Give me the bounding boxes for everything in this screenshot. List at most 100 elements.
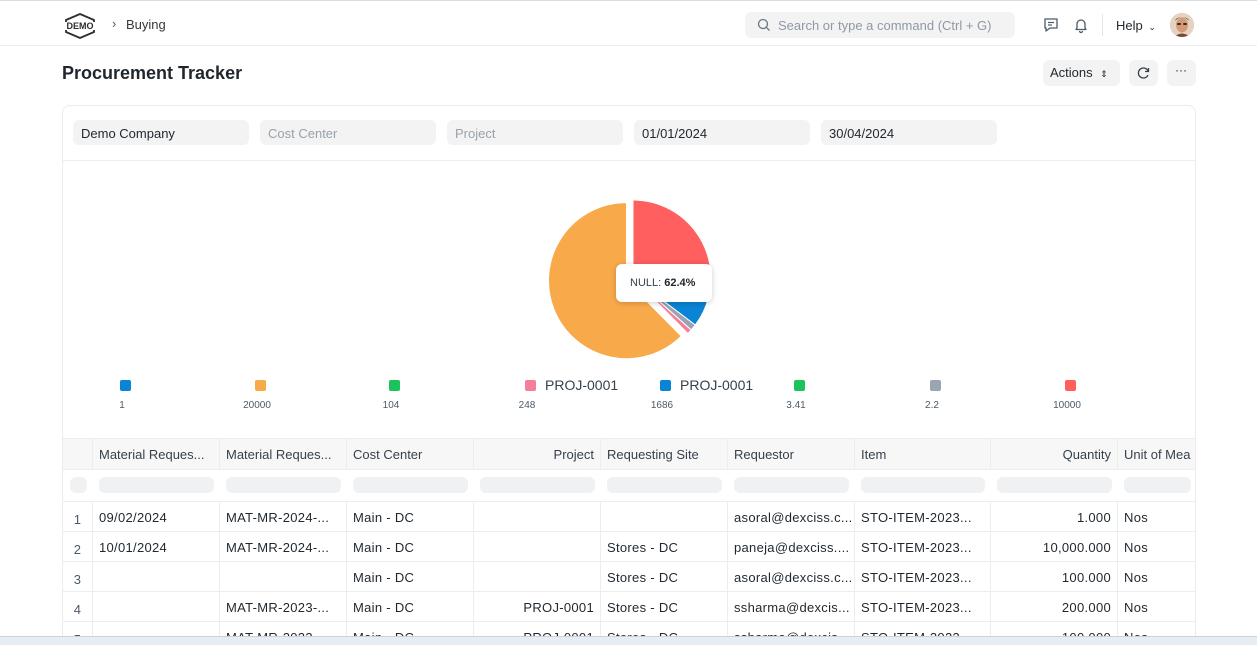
tooltip-value: 62.4% xyxy=(664,277,696,289)
table-cell[interactable] xyxy=(474,532,601,561)
table-cell[interactable]: 1.000 xyxy=(991,502,1118,531)
table-cell[interactable]: 200.000 xyxy=(991,592,1118,621)
table-cell[interactable]: asoral@dexciss.c... xyxy=(728,502,855,531)
table-cell[interactable] xyxy=(220,562,347,591)
table-cell[interactable]: ssharma@dexcis... xyxy=(728,592,855,621)
table-cell[interactable]: Nos xyxy=(1118,532,1195,561)
sort-arrows-icon: ⇕ xyxy=(1100,69,1108,79)
column-header[interactable]: Unit of Mea xyxy=(1118,439,1195,469)
table-cell[interactable] xyxy=(93,562,220,591)
legend-value: 20000 xyxy=(243,400,271,411)
table-row[interactable]: 3 Main - DC Stores - DC asoral@dexciss.c...… xyxy=(63,562,1195,592)
table-cell[interactable]: Main - DC xyxy=(347,562,474,591)
more-icon: ··· xyxy=(1175,63,1187,77)
table-cell[interactable]: STO-ITEM-2023... xyxy=(855,532,991,561)
legend-value: 1686 xyxy=(650,400,674,411)
column-filter-input[interactable] xyxy=(480,477,595,493)
notification-bell-icon[interactable] xyxy=(1072,16,1090,34)
table-cell[interactable] xyxy=(93,592,220,621)
search-bar[interactable]: Search or type a command (Ctrl + G) xyxy=(745,12,1015,38)
breadcrumb-buying[interactable]: Buying xyxy=(126,17,166,32)
column-filter-input[interactable] xyxy=(226,477,341,493)
more-options-button[interactable]: ··· xyxy=(1167,60,1196,86)
column-filter-input[interactable] xyxy=(1124,477,1191,493)
column-filter-input[interactable] xyxy=(861,477,985,493)
logo-text: DEMO xyxy=(67,21,94,31)
column-header[interactable]: Cost Center xyxy=(347,439,474,469)
table-cell[interactable]: Main - DC xyxy=(347,532,474,561)
table-cell[interactable]: MAT-MR-2023-... xyxy=(220,592,347,621)
chevron-down-icon: ⌄ xyxy=(1148,22,1156,32)
table-cell[interactable]: Stores - DC xyxy=(601,532,728,561)
legend-swatch xyxy=(1065,380,1076,391)
table-cell[interactable]: STO-ITEM-2023... xyxy=(855,592,991,621)
page-title: Procurement Tracker xyxy=(62,63,243,83)
legend-label: PROJ-0001 xyxy=(680,377,754,393)
table-cell[interactable]: Main - DC xyxy=(347,502,474,531)
help-dropdown[interactable]: Help ⌄ xyxy=(1116,18,1156,33)
table-cell[interactable]: PROJ-0001 xyxy=(474,592,601,621)
chat-icon[interactable] xyxy=(1042,16,1060,34)
legend-swatch xyxy=(120,380,131,391)
row-index: 1 xyxy=(63,502,93,531)
help-label: Help xyxy=(1116,18,1143,33)
table-cell[interactable]: Stores - DC xyxy=(601,592,728,621)
report-card: Demo Company Cost Center Project 01/01/2… xyxy=(62,105,1196,645)
navbar: DEMO › Buying Search or type a command (… xyxy=(0,0,1257,46)
legend-swatch xyxy=(794,380,805,391)
table-cell[interactable]: MAT-MR-2024-... xyxy=(220,532,347,561)
legend-value: 2.2 xyxy=(925,400,939,411)
table-cell[interactable]: STO-ITEM-2023... xyxy=(855,562,991,591)
table-row[interactable]: 4 MAT-MR-2023-... Main - DC PROJ-0001 Stores… xyxy=(63,592,1195,622)
table-cell[interactable]: Nos xyxy=(1118,562,1195,591)
column-filter-input[interactable] xyxy=(353,477,468,493)
table-cell[interactable] xyxy=(474,562,601,591)
search-placeholder: Search or type a command (Ctrl + G) xyxy=(778,18,992,33)
demo-logo[interactable]: DEMO xyxy=(62,13,98,39)
table-header: Material Reques... Material Reques... Cost… xyxy=(63,438,1195,470)
column-filter-input[interactable] xyxy=(99,477,214,493)
column-header[interactable]: Quantity xyxy=(991,439,1118,469)
table-cell[interactable] xyxy=(474,502,601,531)
refresh-button[interactable] xyxy=(1129,60,1158,86)
table-cell[interactable]: 10/01/2024 xyxy=(93,532,220,561)
column-filter-input[interactable] xyxy=(607,477,722,493)
table-cell[interactable]: 100.000 xyxy=(991,562,1118,591)
table-cell[interactable]: asoral@dexciss.c... xyxy=(728,562,855,591)
search-icon xyxy=(757,18,770,31)
column-filter-input[interactable] xyxy=(734,477,849,493)
column-header[interactable]: Material Reques... xyxy=(220,439,347,469)
legend-swatch xyxy=(660,380,671,391)
column-header[interactable]: Requestor xyxy=(728,439,855,469)
table-cell[interactable]: paneja@dexciss.... xyxy=(728,532,855,561)
column-header[interactable]: Material Reques... xyxy=(93,439,220,469)
table-cell[interactable]: Stores - DC xyxy=(601,562,728,591)
table-cell[interactable]: 10,000.000 xyxy=(991,532,1118,561)
table-cell[interactable]: Nos xyxy=(1118,502,1195,531)
legend-swatch xyxy=(255,380,266,391)
column-header[interactable]: Project xyxy=(474,439,601,469)
table-cell[interactable]: Nos xyxy=(1118,592,1195,621)
user-avatar[interactable] xyxy=(1170,13,1194,37)
column-header[interactable]: Item xyxy=(855,439,991,469)
column-filter-input[interactable] xyxy=(70,477,87,493)
actions-button[interactable]: Actions ⇕ xyxy=(1043,60,1120,86)
table-row[interactable]: 1 09/02/2024 MAT-MR-2024-... Main - DC asora… xyxy=(63,502,1195,532)
chart-tooltip: NULL: 62.4% xyxy=(616,264,712,302)
legend-swatch xyxy=(930,380,941,391)
tooltip-label: NULL: xyxy=(630,277,662,289)
column-filter-input[interactable] xyxy=(997,477,1112,493)
table-cell[interactable]: 09/02/2024 xyxy=(93,502,220,531)
table-cell[interactable] xyxy=(601,502,728,531)
table-row[interactable]: 2 10/01/2024 MAT-MR-2024-... Main - DC Store… xyxy=(63,532,1195,562)
table-cell[interactable]: MAT-MR-2024-... xyxy=(220,502,347,531)
legend-swatch xyxy=(389,380,400,391)
column-header[interactable]: Requesting Site xyxy=(601,439,728,469)
table-cell[interactable]: Main - DC xyxy=(347,592,474,621)
actions-label: Actions xyxy=(1050,65,1093,80)
table-filter-row xyxy=(63,470,1195,502)
legend-swatch xyxy=(525,380,536,391)
table-cell[interactable]: STO-ITEM-2023... xyxy=(855,502,991,531)
bottom-scrollbar[interactable] xyxy=(0,636,1257,645)
row-index: 4 xyxy=(63,592,93,621)
